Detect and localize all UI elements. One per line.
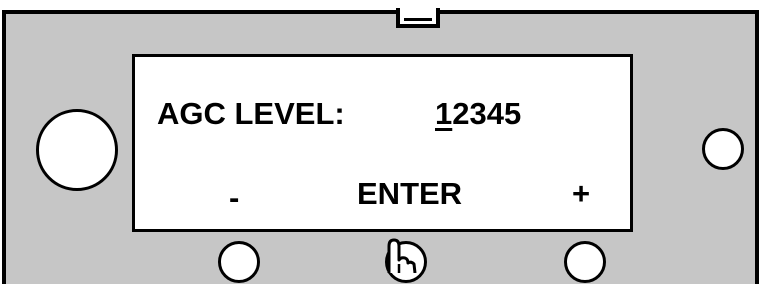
rotary-knob[interactable]: [36, 109, 118, 191]
softkey-label-enter: ENTER: [357, 176, 463, 211]
plus-button[interactable]: [564, 241, 606, 283]
softkey-label-minus: -: [229, 180, 240, 215]
agc-level-value-rest: 2345: [452, 96, 522, 131]
agc-level-value: 12345: [435, 98, 521, 129]
agc-level-cursor-digit: 1: [435, 96, 453, 131]
minus-button[interactable]: [218, 241, 260, 283]
side-button[interactable]: [702, 128, 744, 170]
softkey-label-plus: +: [572, 176, 591, 211]
lcd-display: AGC LEVEL: 12345 - ENTER +: [132, 54, 633, 232]
agc-level-label: AGC LEVEL:: [157, 96, 345, 131]
pointing-hand-icon: [387, 238, 417, 273]
top-connector-tab: [396, 8, 440, 28]
